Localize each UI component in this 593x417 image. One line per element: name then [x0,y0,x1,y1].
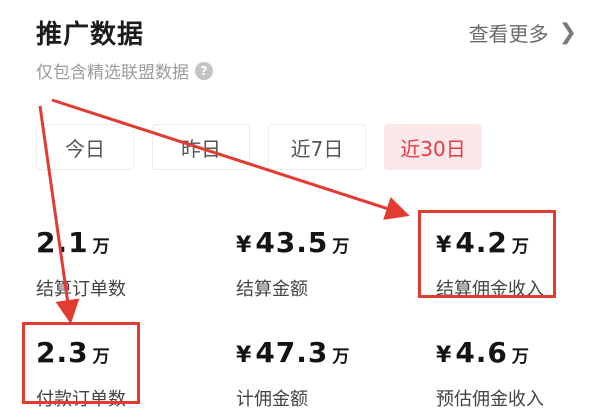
arrow-to-paid-orders [38,105,80,324]
annotation-arrows [38,98,410,324]
arrow-to-commission [51,98,410,220]
